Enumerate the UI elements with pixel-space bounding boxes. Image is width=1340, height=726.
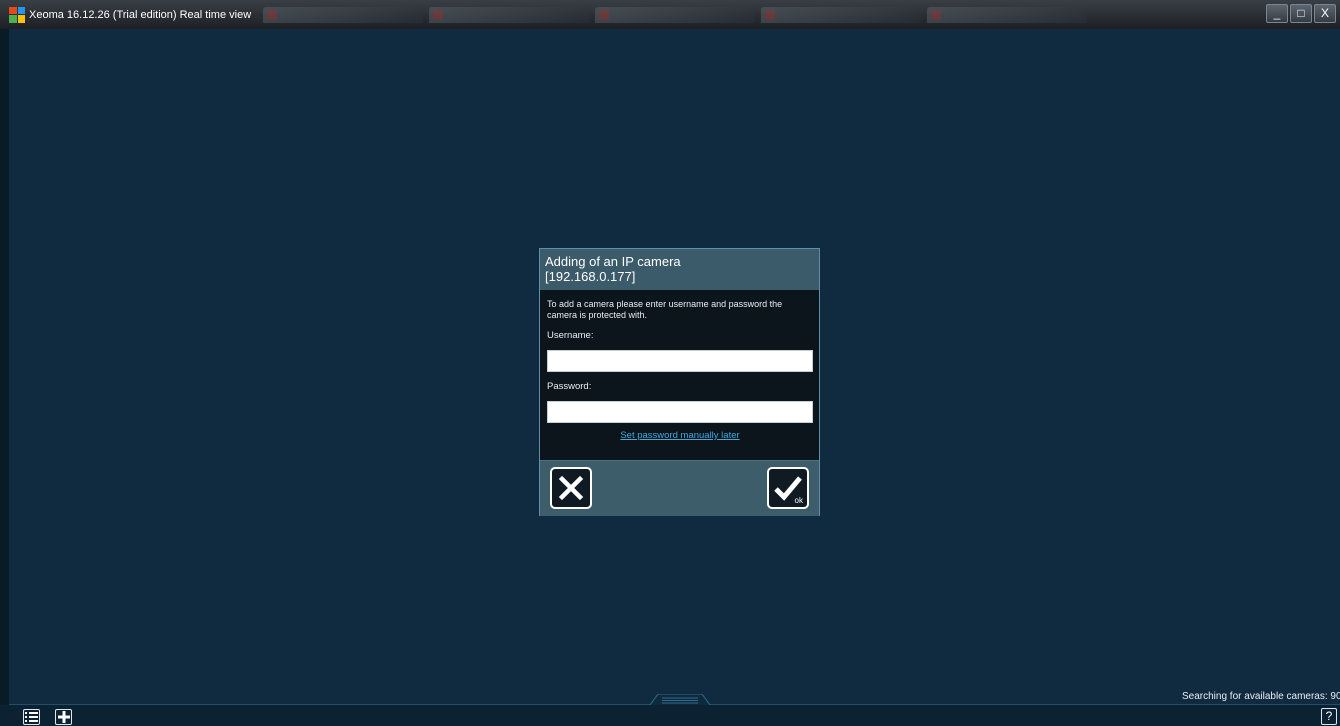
faded-tab (429, 6, 590, 23)
ok-button[interactable]: ok (767, 467, 809, 509)
add-ip-camera-dialog: Adding of an IP camera [192.168.0.177] T… (539, 248, 820, 516)
dialog-camera-address: [192.168.0.177] (545, 269, 636, 284)
password-label: Password: (547, 381, 592, 392)
camera-list-button[interactable] (23, 709, 40, 725)
cancel-button[interactable] (550, 467, 592, 509)
status-text: Searching for available cameras: 90 (1182, 691, 1340, 702)
window-controls: _ □ X (1266, 4, 1336, 23)
panel-handle-icon[interactable] (650, 694, 710, 705)
maximize-button[interactable]: □ (1290, 4, 1312, 23)
faded-tab (927, 6, 1088, 23)
dialog-body: To add a camera please enter username an… (540, 290, 819, 460)
left-edge (0, 29, 9, 726)
add-camera-button[interactable] (55, 709, 72, 725)
faded-tab (761, 6, 922, 23)
username-label: Username: (547, 330, 594, 341)
set-password-later-link[interactable]: Set password manually later (547, 430, 813, 441)
username-input[interactable] (547, 350, 813, 372)
dialog-header: Adding of an IP camera [192.168.0.177] (540, 249, 819, 290)
help-button[interactable]: ? (1321, 708, 1337, 725)
background-taskbar-tabs (263, 6, 1088, 24)
dialog-description: To add a camera please enter username an… (547, 299, 783, 320)
minimize-button[interactable]: _ (1266, 4, 1288, 23)
window-title: Xeoma 16.12.26 (Trial edition) Real time… (29, 8, 252, 21)
faded-tab (263, 6, 424, 23)
bottom-toolbar (0, 705, 1340, 726)
close-button[interactable]: X (1314, 4, 1336, 23)
faded-tab (595, 6, 756, 23)
dialog-title: Adding of an IP camera (545, 254, 681, 269)
list-icon (25, 712, 38, 722)
close-x-icon (558, 475, 584, 501)
dialog-footer: ok (540, 460, 819, 516)
ok-caption: ok (794, 496, 803, 505)
app-logo-icon (9, 6, 25, 23)
password-input[interactable] (547, 401, 813, 423)
window-titlebar: Xeoma 16.12.26 (Trial edition) Real time… (0, 0, 1340, 29)
plus-icon (57, 711, 70, 723)
